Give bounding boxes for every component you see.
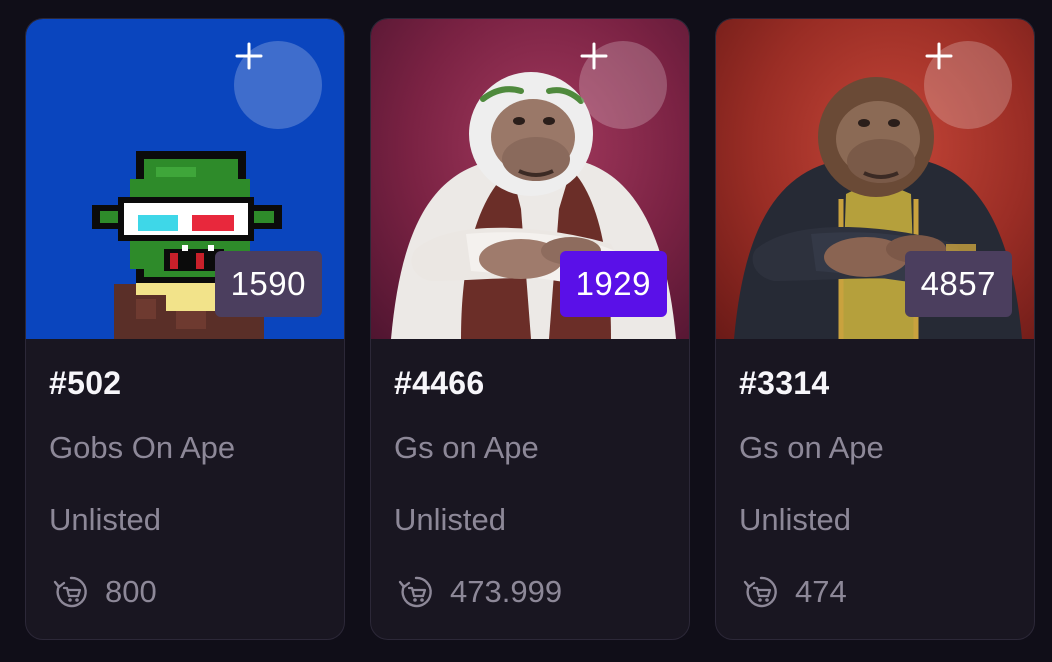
collection-name[interactable]: Gobs On Ape: [49, 430, 235, 466]
rank-badge: 1929: [559, 251, 667, 317]
cart-refresh-icon: [53, 576, 87, 608]
nft-image[interactable]: 1590: [26, 19, 344, 339]
listing-status: Unlisted: [739, 502, 851, 537]
nft-title[interactable]: #3314: [739, 365, 829, 402]
nft-card[interactable]: 4857 #3314 Gs on Ape Unlisted 474: [715, 18, 1035, 640]
nft-card[interactable]: 1590 #502 Gobs On Ape Unlisted 800: [25, 18, 345, 640]
price-row: 800: [49, 572, 157, 612]
price-value: 800: [105, 574, 157, 609]
price-row: 473.999: [394, 572, 562, 612]
rank-badge: 1590: [214, 251, 322, 317]
plus-icon: [925, 42, 953, 70]
listing-status: Unlisted: [49, 502, 161, 537]
nft-title[interactable]: #502: [49, 365, 121, 402]
add-button[interactable]: [234, 41, 322, 129]
collection-name[interactable]: Gs on Ape: [394, 430, 539, 466]
rank-badge: 4857: [904, 251, 1012, 317]
nft-card[interactable]: 1929 #4466 Gs on Ape Unlisted 473.999: [370, 18, 690, 640]
collection-name[interactable]: Gs on Ape: [739, 430, 884, 466]
nft-image[interactable]: 4857: [716, 19, 1034, 339]
nft-image[interactable]: 1929: [371, 19, 689, 339]
cart-refresh-icon: [398, 576, 432, 608]
listing-status: Unlisted: [394, 502, 506, 537]
nft-title[interactable]: #4466: [394, 365, 484, 402]
price-row: 474: [739, 572, 847, 612]
plus-icon: [580, 42, 608, 70]
price-value: 474: [795, 574, 847, 609]
price-value: 473.999: [450, 574, 563, 609]
add-button[interactable]: [579, 41, 667, 129]
add-button[interactable]: [924, 41, 1012, 129]
plus-icon: [235, 42, 263, 70]
cart-refresh-icon: [743, 576, 777, 608]
